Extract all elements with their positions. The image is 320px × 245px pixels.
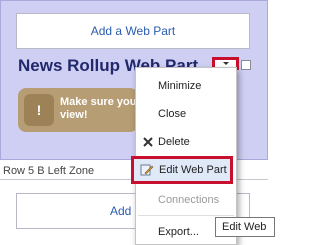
menu-item-label: Export...: [158, 226, 199, 238]
tooltip: Edit Web: [215, 217, 275, 237]
add-web-part-button[interactable]: Add a Web Part: [16, 13, 250, 49]
chevron-down-icon: [222, 62, 229, 65]
edit-pencil-icon: [140, 163, 154, 182]
web-part-select-checkbox[interactable]: [241, 60, 251, 70]
menu-item-label: Delete: [158, 136, 190, 148]
menu-item-minimize[interactable]: Minimize: [136, 75, 236, 97]
delete-x-icon: [142, 136, 154, 148]
menu-item-label: Connections: [158, 194, 220, 206]
menu-item-close[interactable]: Close: [136, 103, 236, 125]
menu-item-label: Edit Web Part: [159, 164, 227, 176]
warning-banner: ! Make sure you view!: [18, 88, 138, 132]
exclamation-icon: !: [24, 94, 54, 126]
menu-item-delete[interactable]: Delete: [136, 131, 236, 153]
menu-item-connections: Connections: [136, 189, 236, 211]
menu-separator: [138, 215, 234, 216]
zone-label: Row 5 B Left Zone: [3, 165, 95, 177]
menu-item-edit-web-part[interactable]: Edit Web Part: [131, 156, 233, 184]
menu-item-label: Minimize: [158, 80, 202, 92]
warning-text: Make sure you view!: [60, 96, 137, 121]
add-web-part-label: Add a Web Part: [90, 24, 176, 38]
menu-item-label: Close: [158, 108, 187, 120]
